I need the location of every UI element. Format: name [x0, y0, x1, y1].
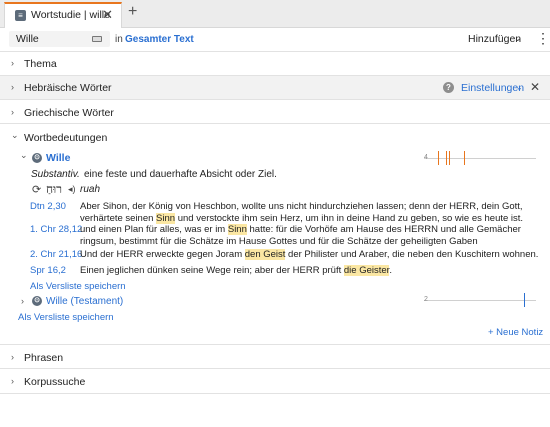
sense-label[interactable]: Wille (Testament): [46, 296, 123, 307]
section-title: Thema: [24, 58, 57, 70]
section-title: Hebräische Wörter: [24, 82, 112, 94]
verse-ref[interactable]: Spr 16,2: [30, 265, 66, 276]
refresh-icon[interactable]: ⟳: [32, 183, 41, 196]
help-icon[interactable]: ?: [443, 82, 454, 93]
section-thema[interactable]: › Thema: [0, 52, 550, 76]
word-study-icon: ≡: [15, 10, 26, 21]
sparkline-mark: [464, 151, 465, 165]
close-icon[interactable]: ✕: [530, 80, 540, 94]
section-phrases[interactable]: › Phrasen: [0, 345, 550, 369]
sparkline-mark: [438, 151, 439, 165]
sparkline-count: 2: [424, 296, 428, 303]
add-tab-icon[interactable]: +: [128, 3, 137, 21]
section-title: Wortbedeutungen: [24, 132, 108, 144]
verse-text: und einen Plan für alles, was er im Sinn…: [80, 224, 521, 247]
chevron-down-icon[interactable]: ⌄: [11, 130, 19, 141]
chevron-down-icon[interactable]: ⌄: [516, 83, 523, 92]
chevron-right-icon[interactable]: ›: [11, 82, 14, 92]
verse-ref[interactable]: 1. Chr 28,12: [30, 224, 82, 235]
search-input[interactable]: Wille: [9, 31, 110, 47]
section-title: Phrasen: [24, 352, 64, 364]
sparkline-mark: [446, 151, 447, 165]
sense-icon: ⊙: [32, 153, 42, 163]
verse-text: Und der HERR erweckte gegen Joram den Ge…: [80, 249, 539, 260]
verse-text: Einen jeglichen dünken seine Wege rein; …: [80, 265, 392, 276]
chevron-right-icon[interactable]: ›: [21, 296, 24, 306]
chevron-right-icon[interactable]: ›: [11, 352, 14, 362]
chevron-down-icon[interactable]: ⌄: [20, 150, 28, 161]
section-corpus-search[interactable]: › Korpussuche: [0, 369, 550, 394]
usage-sparkline[interactable]: 4: [424, 151, 536, 165]
definition-text: eine feste und dauerhafte Absicht oder Z…: [84, 169, 277, 180]
new-note-button[interactable]: + Neue Notiz: [488, 327, 543, 338]
tab-wortstudie[interactable]: ≡ Wortstudie | wille ✕: [4, 2, 122, 28]
tab-bar: ≡ Wortstudie | wille ✕ +: [0, 0, 550, 28]
verse-ref[interactable]: Dtn 2,30: [30, 201, 66, 212]
save-verse-list-link[interactable]: Als Versliste speichern: [18, 312, 114, 323]
save-verse-list-link[interactable]: Als Versliste speichern: [30, 281, 126, 292]
sparkline-count: 4: [424, 154, 428, 161]
keyboard-icon[interactable]: [92, 36, 102, 42]
sparkline-mark: [524, 293, 525, 307]
settings-link[interactable]: Einstellungen: [461, 82, 524, 94]
scope-prefix: in: [115, 34, 123, 45]
section-title: Korpussuche: [24, 376, 86, 388]
sense-label[interactable]: Wille: [46, 152, 70, 164]
sparkline-axis: [424, 300, 536, 301]
section-greek-words[interactable]: › Griechische Wörter: [0, 100, 550, 124]
chevron-right-icon[interactable]: ›: [11, 58, 14, 68]
hebrew-word[interactable]: רוּחַ: [46, 182, 62, 197]
search-row: Wille in Gesamter Text Hinzufügen ⌄ ⋮: [0, 28, 550, 52]
tab-title: Wortstudie | wille: [31, 9, 110, 21]
verse-text: Aber Sihon, der König von Heschbon, woll…: [80, 201, 524, 224]
chevron-down-icon[interactable]: ⌄: [514, 33, 522, 44]
definition-pos: Substantiv.: [31, 169, 80, 180]
usage-sparkline[interactable]: 2: [424, 293, 536, 307]
chevron-right-icon[interactable]: ›: [11, 107, 14, 117]
sparkline-axis: [424, 158, 536, 159]
transliteration: ruah: [80, 184, 101, 195]
close-icon[interactable]: ✕: [102, 7, 113, 23]
search-value: Wille: [16, 33, 39, 45]
chevron-right-icon[interactable]: ›: [11, 376, 14, 386]
more-options-icon[interactable]: ⋮: [536, 31, 550, 45]
section-title: Griechische Wörter: [24, 107, 114, 119]
scope-link[interactable]: Gesamter Text: [125, 34, 194, 45]
sound-icon[interactable]: ◂): [68, 184, 76, 195]
verse-ref[interactable]: 2. Chr 21,16: [30, 249, 82, 260]
sense-icon: ⊙: [32, 296, 42, 306]
sparkline-mark: [449, 151, 450, 165]
